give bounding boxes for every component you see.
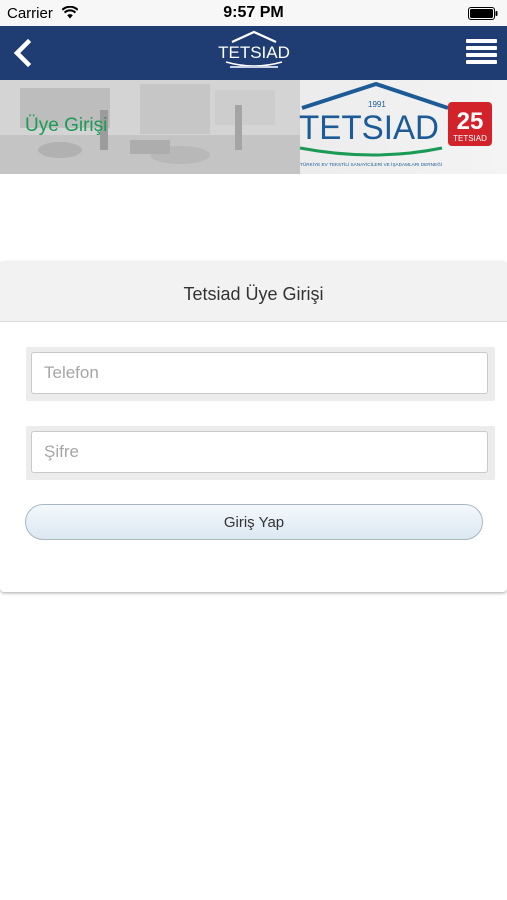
menu-button[interactable]	[466, 39, 497, 65]
logo-year: 1991	[368, 100, 386, 109]
nav-bar: TETSIAD	[0, 26, 507, 80]
logo-name: TETSIAD	[299, 109, 439, 147]
battery-icon	[468, 7, 498, 20]
phone-field-wrapper	[26, 347, 495, 401]
page-banner: Üye Girişi 1991 TETSIAD TÜRKİYE EV TEKST…	[0, 80, 507, 174]
page-title: Üye Girişi	[25, 115, 108, 136]
status-time: 9:57 PM	[223, 4, 284, 21]
logo-tagline: TÜRKİYE EV TEKSTİLİ SANAYİCİLERİ VE İŞAD…	[300, 161, 442, 167]
anniversary-label: TETSIAD	[453, 134, 487, 143]
status-bar: Carrier 9:57 PM	[0, 0, 507, 26]
password-input[interactable]	[31, 431, 488, 473]
login-button[interactable]: Giriş Yap	[25, 504, 483, 540]
login-card: Tetsiad Üye Girişi Giriş Yap	[0, 262, 507, 592]
back-button[interactable]	[8, 36, 40, 70]
anniversary-badge: 25 TETSIAD	[448, 102, 492, 146]
hamburger-menu-icon	[466, 39, 497, 64]
anniversary-number: 25	[457, 108, 484, 135]
password-field-wrapper	[26, 426, 495, 480]
phone-input[interactable]	[31, 352, 488, 394]
tetsiad-logo: TETSIAD	[218, 30, 290, 68]
chevron-left-icon	[13, 38, 32, 68]
nav-logo-text: TETSIAD	[218, 43, 290, 62]
login-card-header: Tetsiad Üye Girişi	[0, 262, 507, 322]
tetsiad-banner-logo: 1991 TETSIAD TÜRKİYE EV TEKSTİLİ SANAYİC…	[299, 82, 492, 167]
